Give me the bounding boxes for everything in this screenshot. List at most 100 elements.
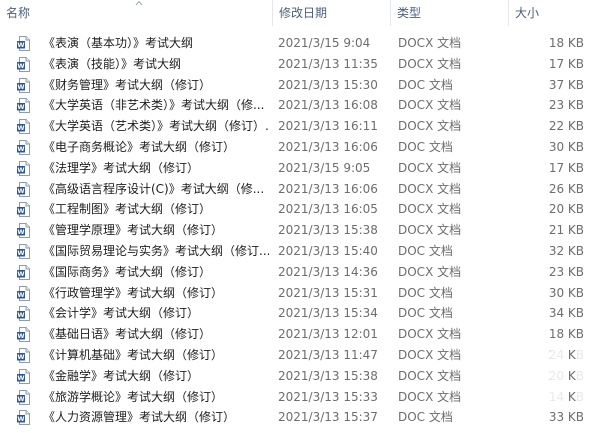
- file-date-modified: 2021/3/13 16:11: [278, 119, 378, 134]
- file-name: 《行政管理学》考试大纲（修订）: [43, 285, 224, 300]
- file-type: DOCX 文档: [398, 264, 462, 279]
- word-document-icon: W: [17, 139, 30, 155]
- file-type: DOCX 文档: [398, 36, 462, 50]
- file-row[interactable]: W 《基础日语》考试大纲（修订） 2021/3/13 12:01 DOCX 文档 18 …: [0, 324, 608, 345]
- file-date-modified: 2021/3/13 15:38: [278, 368, 378, 383]
- file-date-modified: 2021/3/13 11:47: [278, 347, 378, 362]
- file-type: DOCX 文档: [398, 98, 462, 113]
- file-date-modified: 2021/3/13 11:35: [278, 56, 378, 71]
- file-name: 《国际贸易理论与实务》考试大纲（修订...: [43, 243, 269, 258]
- file-name: 《会计学》考试大纲（修订）: [43, 306, 200, 321]
- file-row[interactable]: W 《管理学原理》考试大纲（修订） 2021/3/13 15:38 DOCX 文档 21…: [0, 220, 608, 241]
- file-size: 24 KB: [548, 347, 584, 362]
- column-header-bar: 名称 修改日期 类型 大小: [0, 0, 608, 26]
- file-name: 《财务管理》考试大纲（修订）: [43, 77, 212, 92]
- file-name: 《法理学》考试大纲（修订）: [43, 160, 200, 175]
- file-name: 《国际商务》考试大纲（修订）: [43, 264, 212, 279]
- file-date-modified: 2021/3/13 16:06: [278, 139, 378, 154]
- file-date-modified: 2021/3/13 14:36: [278, 264, 378, 279]
- word-document-icon: W: [17, 368, 30, 384]
- file-type: DOCX 文档: [398, 327, 462, 342]
- file-row[interactable]: W 《金融学》考试大纲（修订） 2021/3/13 15:38 DOCX 文档 20 K…: [0, 366, 608, 387]
- column-header-type[interactable]: 类型: [390, 0, 508, 26]
- file-size: 23 KB: [548, 264, 584, 279]
- column-header-date-modified[interactable]: 修改日期: [272, 0, 390, 26]
- svg-text:W: W: [17, 166, 24, 174]
- svg-text:W: W: [17, 187, 24, 195]
- file-row[interactable]: W 《人力资源管理》考试大纲（修订） 2021/3/13 15:37 DOC 文档 33…: [0, 407, 608, 428]
- file-name: 《工程制图》考试大纲（修订）: [43, 202, 212, 217]
- file-date-modified: 2021/3/13 15:31: [278, 285, 378, 300]
- file-size: 20 KB: [548, 202, 584, 217]
- file-type: DOC 文档: [398, 243, 453, 258]
- word-document-icon: W: [17, 202, 30, 218]
- file-size: 26 KB: [548, 181, 584, 196]
- file-row[interactable]: W 《大学英语（艺术类）》考试大纲（修订）... 2021/3/13 16:11 DO…: [0, 116, 608, 137]
- file-row[interactable]: W 《大学英语（非艺术类）》考试大纲（修... 2021/3/13 16:08 DOC…: [0, 95, 608, 116]
- svg-text:W: W: [17, 353, 24, 361]
- word-document-icon: W: [17, 264, 30, 280]
- file-name: 《电子商务概论》考试大纲（修订）: [43, 139, 236, 154]
- file-type: DOC 文档: [398, 410, 453, 425]
- file-row[interactable]: W 《计算机基础》考试大纲（修订） 2021/3/13 11:47 DOCX 文档 24…: [0, 345, 608, 366]
- word-document-icon: W: [17, 243, 30, 259]
- file-name: 《高级语言程序设计(C)》考试大纲（修...: [43, 181, 265, 196]
- word-document-icon: W: [17, 160, 30, 176]
- file-size: 18 KB: [548, 36, 584, 50]
- file-row[interactable]: W 《财务管理》考试大纲（修订） 2021/3/13 15:30 DOC 文档 37 K…: [0, 75, 608, 96]
- svg-text:W: W: [17, 291, 24, 299]
- svg-text:W: W: [17, 228, 24, 236]
- svg-text:W: W: [17, 395, 24, 403]
- file-row[interactable]: W 《国际商务》考试大纲（修订） 2021/3/13 14:36 DOCX 文档 23 …: [0, 262, 608, 283]
- column-header-name[interactable]: 名称: [0, 0, 272, 26]
- file-type: DOCX 文档: [398, 160, 462, 175]
- file-size: 21 KB: [548, 223, 584, 238]
- word-document-icon: W: [17, 389, 30, 405]
- file-row[interactable]: W 《表演（基本功）》考试大纲 2021/3/15 9:04 DOCX 文档 18 KB: [0, 33, 608, 54]
- word-document-icon: W: [17, 36, 30, 51]
- file-row[interactable]: W 《国际贸易理论与实务》考试大纲（修订... 2021/3/13 15:40 DOC…: [0, 241, 608, 262]
- svg-text:W: W: [17, 249, 24, 257]
- file-type: DOCX 文档: [398, 347, 462, 362]
- file-size: 18 KB: [548, 327, 584, 342]
- file-type: DOCX 文档: [398, 368, 462, 383]
- file-name: 《表演（基本功）》考试大纲: [43, 36, 194, 50]
- file-row[interactable]: W 《表演（技能）》考试大纲 2021/3/13 11:35 DOCX 文档 17 KB: [0, 54, 608, 75]
- file-name: 《大学英语（艺术类）》考试大纲（修订）...: [43, 119, 269, 134]
- file-row[interactable]: W 《会计学》考试大纲（修订） 2021/3/13 15:34 DOC 文档 34 KB: [0, 303, 608, 324]
- file-name: 《旅游学概论》考试大纲（修订）: [43, 389, 224, 404]
- file-row[interactable]: W 《旅游学概论》考试大纲（修订） 2021/3/13 15:33 DOCX 文档 14…: [0, 387, 608, 408]
- file-date-modified: 2021/3/13 15:40: [278, 243, 378, 258]
- file-size: 30 KB: [548, 285, 584, 300]
- file-row[interactable]: W 《法理学》考试大纲（修订） 2021/3/15 9:05 DOCX 文档 17 KB: [0, 158, 608, 179]
- file-size: 23 KB: [548, 98, 584, 113]
- file-size: 32 KB: [548, 243, 584, 258]
- file-row[interactable]: W 《行政管理学》考试大纲（修订） 2021/3/13 15:31 DOC 文档 30 …: [0, 283, 608, 304]
- file-row[interactable]: W 《工程制图》考试大纲（修订） 2021/3/13 16:05 DOCX 文档 20 …: [0, 199, 608, 220]
- file-type: DOC 文档: [398, 306, 453, 321]
- file-type: DOCX 文档: [398, 181, 462, 196]
- svg-text:W: W: [17, 41, 24, 49]
- file-type: DOCX 文档: [398, 56, 462, 71]
- file-row[interactable]: W 《高级语言程序设计(C)》考试大纲（修... 2021/3/13 16:06 DO…: [0, 179, 608, 200]
- file-name: 《人力资源管理》考试大纲（修订）: [43, 410, 236, 425]
- file-date-modified: 2021/3/13 15:30: [278, 77, 378, 92]
- file-name: 《表演（技能）》考试大纲: [43, 56, 182, 71]
- column-header-size[interactable]: 大小: [508, 0, 608, 26]
- file-row[interactable]: W 《电子商务概论》考试大纲（修订） 2021/3/13 16:06 DOC 文档 30…: [0, 137, 608, 158]
- file-size: 37 KB: [548, 77, 584, 92]
- svg-text:W: W: [17, 208, 24, 216]
- file-list: W 《表演（基本功）》考试大纲 2021/3/15 9:04 DOCX 文档 18 KB…: [0, 33, 608, 428]
- word-document-icon: W: [17, 77, 30, 93]
- file-type: DOCX 文档: [398, 389, 462, 404]
- file-size: 17 KB: [548, 160, 584, 175]
- word-document-icon: W: [17, 327, 30, 343]
- file-size: 34 KB: [548, 306, 584, 321]
- word-document-icon: W: [17, 306, 30, 322]
- svg-text:W: W: [17, 104, 24, 112]
- svg-text:W: W: [17, 374, 24, 382]
- file-date-modified: 2021/3/13 16:06: [278, 181, 378, 196]
- file-type: DOC 文档: [398, 139, 453, 154]
- svg-text:W: W: [17, 124, 24, 132]
- word-document-icon: W: [17, 56, 30, 72]
